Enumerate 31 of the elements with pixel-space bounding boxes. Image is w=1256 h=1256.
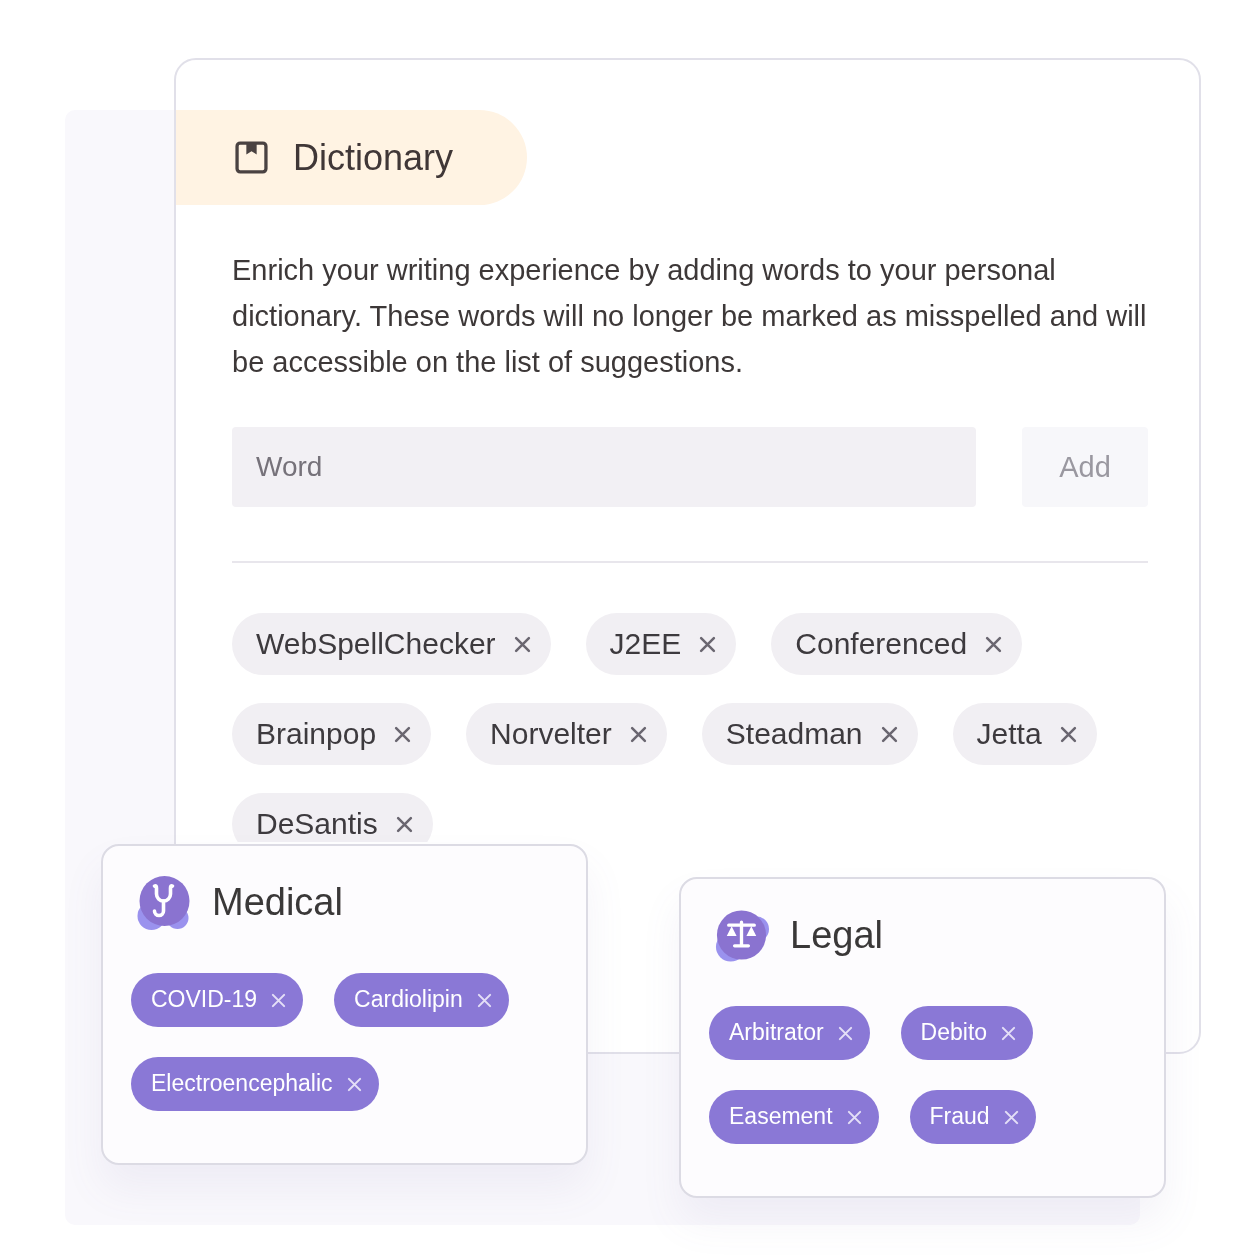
word-label: J2EE bbox=[609, 628, 682, 660]
close-icon[interactable] bbox=[513, 635, 531, 653]
close-icon[interactable] bbox=[395, 815, 413, 833]
close-icon[interactable] bbox=[394, 725, 412, 743]
close-icon[interactable] bbox=[699, 635, 717, 653]
close-icon[interactable] bbox=[985, 635, 1003, 653]
close-icon[interactable] bbox=[1059, 725, 1077, 743]
category-title: Medical bbox=[212, 880, 343, 926]
description-text: Enrich your writing experience by adding words to your personal dictionary. These words will no longer be marked as misspelled and will be accessible on the list of suggestions. bbox=[232, 253, 1148, 380]
word-label: Electroencephalic bbox=[151, 1070, 333, 1098]
scales-icon bbox=[713, 909, 770, 963]
category-title: Legal bbox=[790, 913, 883, 959]
word-label: Easement bbox=[729, 1103, 833, 1131]
word-label: Norvelter bbox=[490, 718, 612, 750]
book-icon bbox=[235, 141, 268, 174]
close-icon[interactable] bbox=[880, 725, 898, 743]
word-label: Jetta bbox=[976, 718, 1042, 750]
word-label: Steadman bbox=[725, 718, 863, 750]
word-label: Brainpop bbox=[256, 718, 377, 750]
stethoscope-icon bbox=[135, 876, 192, 930]
word-label: Cardiolipin bbox=[354, 986, 463, 1014]
word-label: Conferenced bbox=[795, 628, 968, 660]
word-label: Arbitrator bbox=[729, 1019, 824, 1047]
word-label: DeSantis bbox=[256, 808, 378, 840]
dictionary-title: Dictionary bbox=[293, 135, 454, 180]
word-label: WebSpellChecker bbox=[256, 628, 496, 660]
word-label: Debito bbox=[920, 1019, 988, 1047]
close-icon[interactable] bbox=[629, 725, 647, 743]
word-input-field[interactable]: Word bbox=[232, 427, 976, 507]
word-label: Fraud bbox=[929, 1103, 990, 1131]
word-label: COVID-19 bbox=[151, 986, 258, 1014]
